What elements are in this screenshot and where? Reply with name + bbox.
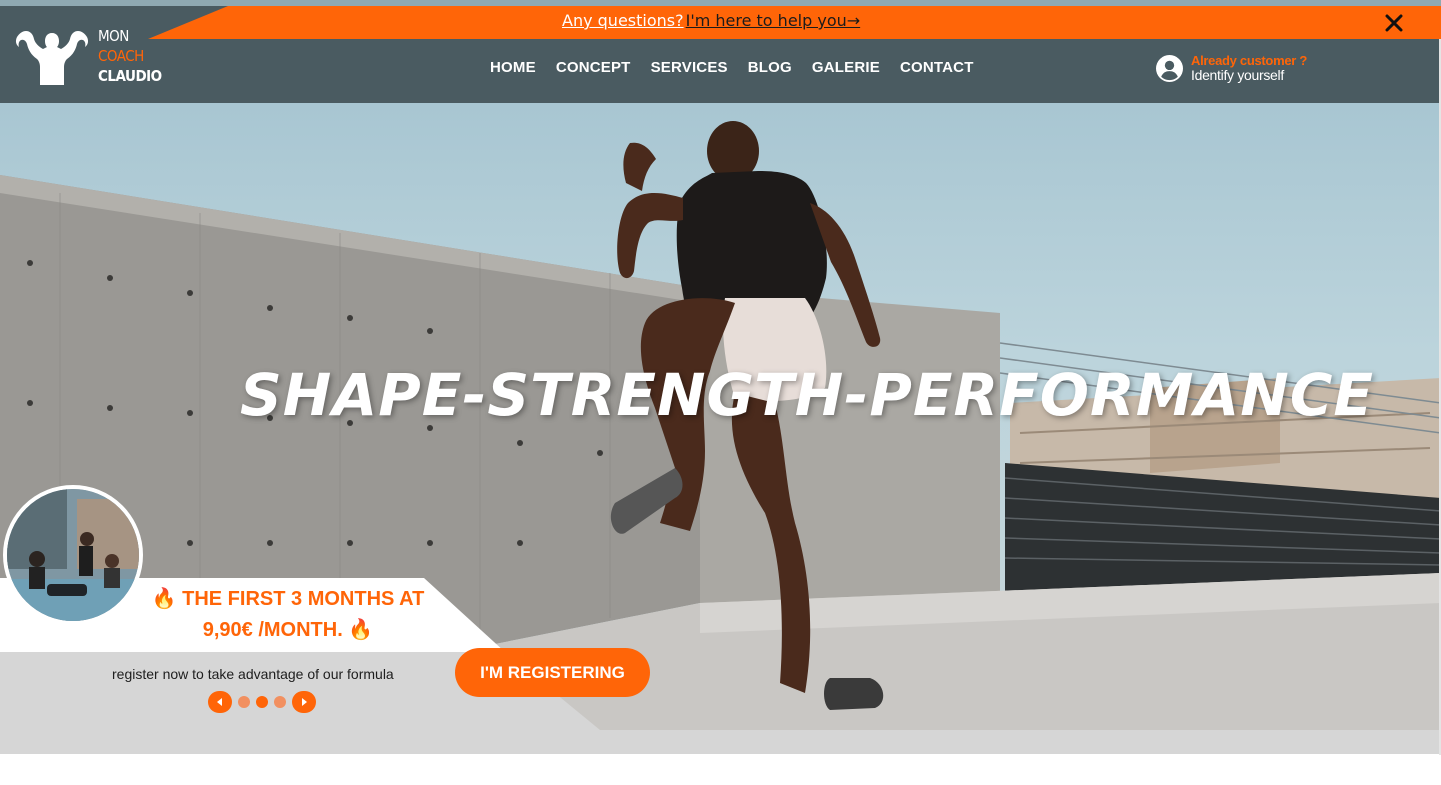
slider-next-icon[interactable]	[292, 691, 316, 713]
hero-bottom-band	[0, 730, 1441, 754]
close-icon[interactable]	[1381, 12, 1407, 34]
slider-dot-2[interactable]	[256, 696, 268, 708]
nav-item-blog[interactable]: BLOG	[738, 59, 802, 76]
logo[interactable]: MON COACH CLAUDIO	[12, 23, 172, 89]
promo-slider-controls	[208, 691, 316, 713]
logo-line-claudio: CLAUDIO	[98, 67, 162, 85]
account-text: Already customer ? Identify yourself	[1191, 53, 1307, 83]
user-circle-icon	[1156, 54, 1183, 82]
slider-prev-icon[interactable]	[208, 691, 232, 713]
logo-line-coach: COACH	[98, 47, 144, 65]
promo-headline-text2: 9,90€ /MONTH.	[202, 619, 343, 641]
fire-icon: 🔥	[151, 588, 177, 610]
promo-gym-photo	[3, 485, 143, 625]
announcement-text: Any questions? I'm here to help you→	[562, 11, 860, 35]
account-login-link[interactable]: Already customer ? Identify yourself	[1156, 53, 1307, 83]
promo-headline-text1: THE FIRST 3 MONTHS AT	[182, 588, 425, 610]
nav-item-home[interactable]: HOME	[480, 59, 546, 76]
hero-title: SHAPE-STRENGTH-PERFORMANCE	[240, 361, 1375, 429]
promo-subtitle: register now to take advantage of our fo…	[112, 666, 394, 682]
main-nav: HOME CONCEPT SERVICES BLOG GALERIE CONTA…	[480, 59, 984, 76]
announcement-help-link[interactable]: I'm here to help you→	[686, 11, 861, 35]
register-button[interactable]: I'M REGISTERING	[455, 648, 650, 697]
page-below-fold	[0, 754, 1441, 785]
bodybuilder-logo-icon	[15, 31, 89, 85]
promo-headline-line2: 9,90€ /MONTH. 🔥	[138, 615, 438, 646]
nav-item-concept[interactable]: CONCEPT	[546, 59, 641, 76]
promo-headline-line1: 🔥 THE FIRST 3 MONTHS AT	[138, 584, 438, 615]
account-already-customer: Already customer ?	[1191, 53, 1307, 68]
nav-item-contact[interactable]: CONTACT	[890, 59, 984, 76]
promo-headline: 🔥 THE FIRST 3 MONTHS AT 9,90€ /MONTH. 🔥	[138, 584, 438, 646]
nav-item-services[interactable]: SERVICES	[641, 59, 738, 76]
slider-dot-3[interactable]	[274, 696, 286, 708]
announcement-question-link[interactable]: Any questions?	[562, 11, 684, 35]
logo-line-mon: MON	[98, 27, 129, 45]
logo-wordmark: MON COACH CLAUDIO	[98, 26, 162, 86]
slider-dot-1[interactable]	[238, 696, 250, 708]
fire-icon: 🔥	[348, 619, 374, 641]
site-header: MON COACH CLAUDIO HOME CONCEPT SERVICES …	[0, 27, 1441, 103]
nav-item-galerie[interactable]: GALERIE	[802, 59, 890, 76]
announcement-bar: Any questions? I'm here to help you→	[0, 6, 1441, 39]
account-identify-yourself: Identify yourself	[1191, 67, 1284, 83]
